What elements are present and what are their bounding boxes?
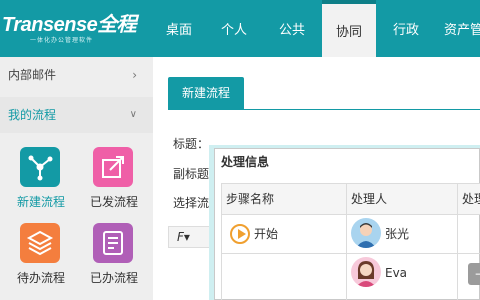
tile-label: 待办流程: [16, 271, 65, 285]
nav-item-desktop[interactable]: 桌面: [153, 0, 205, 57]
column-header-action: 处理: [457, 183, 480, 215]
table-row-action: [457, 214, 480, 254]
nav-item-assets[interactable]: 资产管: [444, 0, 480, 57]
tile-label: 已办流程: [89, 271, 138, 285]
avatar: [351, 218, 381, 248]
column-header-step: 步骤名称: [221, 183, 347, 215]
tile-sent-flow[interactable]: 已发流程: [78, 147, 154, 217]
table-row-handler: 张光: [346, 214, 458, 254]
sidebar-item-my-flows[interactable]: 我的流程 ∨: [0, 97, 153, 133]
table-row-step: 开始: [221, 214, 347, 254]
nav-item-administration[interactable]: 行政: [380, 0, 432, 57]
transense-logo[interactable]: Transense全程 一体化办公管理软件: [2, 8, 152, 48]
tile-todo-flow[interactable]: 待办流程: [5, 223, 81, 293]
nav-item-personal[interactable]: 个人: [208, 0, 260, 57]
tile-label: 新建流程: [16, 195, 65, 209]
todo-flow-icon: [20, 223, 60, 263]
sidebar: 内部邮件 › 我的流程 ∨ 新建流程 已发流程 待办流程 已办流程: [0, 57, 153, 300]
avatar: [351, 257, 381, 287]
top-navigation-bar: Transense全程 一体化办公管理软件 桌面 个人 公共 协同 行政 资产管: [0, 0, 480, 57]
tile-new-flow[interactable]: 新建流程: [5, 147, 81, 217]
step-name: 开始: [254, 227, 279, 241]
chevron-down-icon: ∨: [129, 109, 137, 120]
table-row-handler: Eva: [346, 253, 458, 300]
table-row-step: [221, 253, 347, 300]
choose-flow-label: 选择流: [173, 196, 210, 210]
logo-text: Transense全程: [2, 14, 137, 36]
chevron-right-icon: ›: [132, 68, 137, 82]
title-label: 标题：: [173, 137, 210, 151]
tile-done-flow[interactable]: 已办流程: [78, 223, 154, 293]
action-button[interactable]: →: [468, 263, 480, 285]
tile-label: 已发流程: [89, 195, 138, 209]
tab-divider: [168, 109, 480, 110]
nav-item-public[interactable]: 公共: [266, 0, 318, 57]
nav-item-collaboration[interactable]: 协同: [322, 0, 376, 57]
done-flow-icon: [93, 223, 133, 263]
sidebar-item-label: 内部邮件: [8, 68, 57, 82]
column-header-handler: 处理人: [346, 183, 458, 215]
table-row-action: →: [457, 253, 480, 300]
dialog-title: 处理信息: [221, 155, 270, 169]
process-table: 步骤名称 处理人 处理 开始 张光: [221, 183, 480, 300]
play-circle-icon: [230, 224, 250, 244]
sidebar-item-internal-mail[interactable]: 内部邮件 ›: [0, 57, 153, 93]
sidebar-item-label: 我的流程: [8, 108, 57, 122]
sent-flow-icon: [93, 147, 133, 187]
handler-name: 张光: [385, 227, 410, 241]
tab-new-flow[interactable]: 新建流程: [168, 77, 244, 109]
subtitle-label: 副标题: [173, 167, 210, 181]
handler-name: Eva: [385, 266, 408, 280]
logo-tagline: 一体化办公管理软件: [30, 37, 94, 44]
new-flow-icon: [20, 147, 60, 187]
process-info-dialog: 处理信息 步骤名称 处理人 处理 开始 张光: [214, 148, 480, 300]
